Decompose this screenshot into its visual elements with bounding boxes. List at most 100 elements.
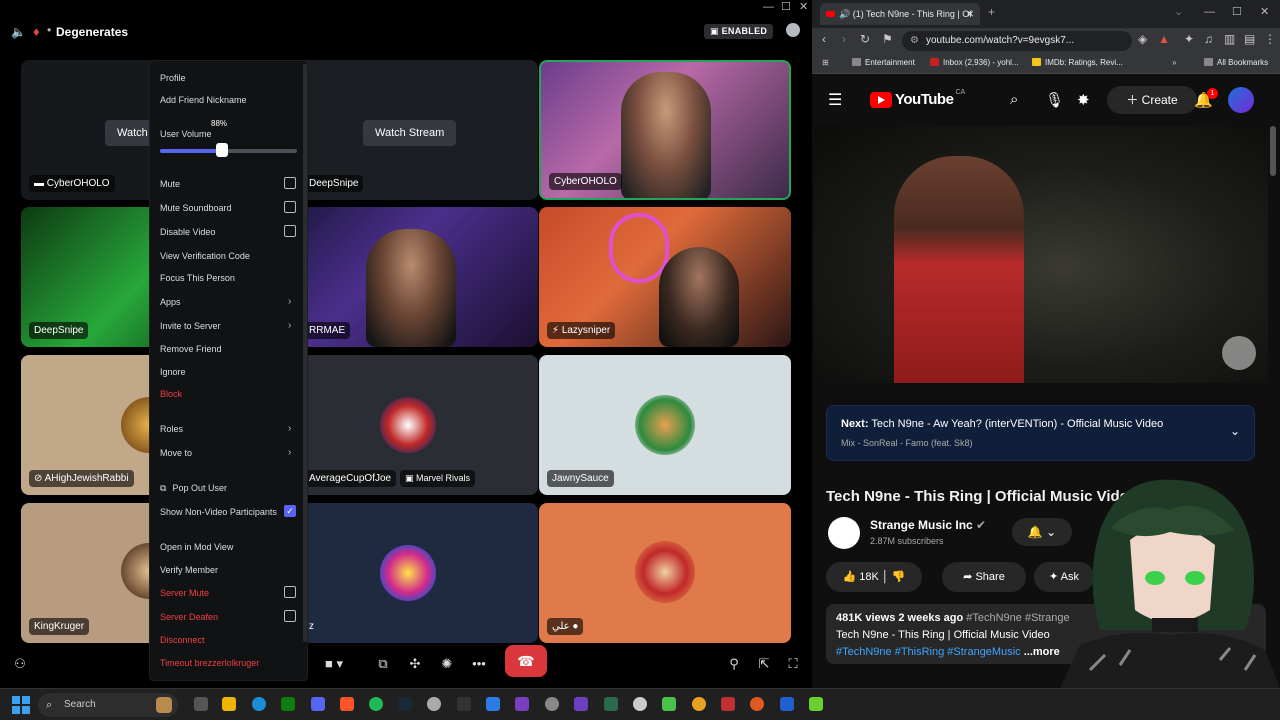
settings-icon[interactable]: [545, 697, 559, 711]
like-dislike-group[interactable]: 👍 18K │ 👎: [826, 562, 922, 592]
app-icon-2[interactable]: [515, 697, 529, 711]
speaker-icon[interactable]: 🔈: [11, 25, 26, 39]
bookmark-all[interactable]: All Bookmarks: [1204, 58, 1268, 67]
menu-apps[interactable]: Apps ›: [160, 296, 291, 307]
camera-button[interactable]: ■ ▾: [316, 652, 352, 676]
menu-profile[interactable]: Profile: [160, 73, 186, 83]
maximize-icon[interactable]: ☐: [1232, 6, 1242, 18]
menu-scrollbar[interactable]: [303, 64, 307, 642]
video-tile-9[interactable]: JawnySauce: [539, 355, 791, 495]
edge-icon[interactable]: [252, 697, 266, 711]
back-icon[interactable]: ‹: [822, 32, 826, 46]
server-mute-checkbox[interactable]: [284, 586, 296, 598]
up-next-card[interactable]: Next: Tech N9ne - Aw Yeah? (interVENTion…: [826, 405, 1255, 461]
close-icon[interactable]: ✕: [799, 1, 808, 13]
show-non-video-checkbox[interactable]: ✓: [284, 505, 296, 517]
screen-share-icon[interactable]: ⧉: [369, 652, 397, 676]
menu-icon[interactable]: ⋮: [1264, 32, 1276, 46]
disconnect-call-button[interactable]: ☎: [505, 645, 547, 677]
app-icon-9[interactable]: [809, 697, 823, 711]
menu-focus-this-person[interactable]: Focus This Person: [160, 273, 235, 283]
menu-add-friend-nickname[interactable]: Add Friend Nickname: [160, 95, 247, 105]
media-icon[interactable]: ♫: [1204, 32, 1213, 46]
search-icon[interactable]: ⌕: [1010, 91, 1018, 108]
app-icon-8[interactable]: [780, 697, 794, 711]
hamburger-menu-icon[interactable]: ☰: [828, 90, 842, 110]
sidebar-icon[interactable]: ▥: [1224, 32, 1235, 46]
discord-taskbar-icon[interactable]: [311, 697, 325, 711]
video-tile-2[interactable]: Watch Stream DeepSnipe: [286, 60, 538, 200]
menu-timeout[interactable]: Timeout brezzerlolkruger: [160, 658, 259, 668]
menu-block[interactable]: Block: [160, 389, 182, 399]
chrome-icon[interactable]: [692, 697, 706, 711]
menu-roles[interactable]: Roles ›: [160, 423, 291, 434]
tab-close-icon[interactable]: ✕: [966, 3, 974, 25]
menu-server-mute[interactable]: Server Mute: [160, 588, 209, 598]
menu-verify-member[interactable]: Verify Member: [160, 565, 218, 575]
video-tile-6[interactable]: ⚡ Lazysniper: [539, 207, 791, 347]
minimize-icon[interactable]: —: [1204, 6, 1215, 18]
bookmark-imdb[interactable]: IMDb: Ratings, Revi...: [1032, 58, 1123, 67]
apps-grid-icon[interactable]: ⊞: [822, 58, 829, 67]
volume-slider-handle[interactable]: [215, 143, 228, 157]
user-volume-slider[interactable]: [160, 149, 297, 153]
ai-icon[interactable]: ✸: [1077, 91, 1090, 109]
wallet-icon[interactable]: ▤: [1244, 32, 1255, 46]
description-hashtags[interactable]: #TechN9ne #ThisRing #StrangeMusic ...mor…: [836, 646, 1060, 658]
pin-icon[interactable]: ⚲: [720, 652, 748, 676]
task-view-icon[interactable]: [194, 697, 208, 711]
bookmark-inbox[interactable]: Inbox (2,936) - yohl...: [930, 58, 1019, 67]
enabled-badge[interactable]: ▣ ENABLED: [704, 24, 774, 39]
extensions-icon[interactable]: ✦: [1184, 32, 1194, 46]
video-tile-3[interactable]: CyberOHOLO: [539, 60, 791, 200]
menu-view-verification-code[interactable]: View Verification Code: [160, 251, 250, 261]
app-icon-6[interactable]: [721, 697, 735, 711]
more-link[interactable]: ...more: [1024, 646, 1060, 658]
video-tile-11[interactable]: z: [286, 503, 538, 643]
rewards-icon[interactable]: ▲: [1158, 32, 1170, 46]
notepad-icon[interactable]: [486, 697, 500, 711]
disable-video-checkbox[interactable]: [284, 225, 296, 237]
menu-mute[interactable]: Mute: [160, 179, 180, 189]
minimize-icon[interactable]: —: [763, 1, 774, 13]
maximize-icon[interactable]: ☐: [781, 1, 791, 13]
close-icon[interactable]: ✕: [1260, 6, 1269, 18]
tab-search-icon[interactable]: ⌄: [1174, 6, 1183, 18]
file-explorer-icon[interactable]: [222, 697, 236, 711]
bookmark-entertainment[interactable]: Entertainment: [852, 58, 915, 67]
steelseries-icon[interactable]: [633, 697, 647, 711]
channel-avatar[interactable]: [828, 517, 860, 549]
video-tile-8[interactable]: AverageCupOfJoe ▣ Marvel Rivals: [286, 355, 538, 495]
menu-invite-to-server[interactable]: Invite to Server ›: [160, 320, 291, 331]
bookmark-icon[interactable]: ⚑: [882, 32, 893, 46]
video-player[interactable]: [814, 126, 1268, 383]
brave-shield-icon[interactable]: ◈: [1138, 32, 1147, 46]
menu-disconnect[interactable]: Disconnect: [160, 635, 205, 645]
soundboard-icon[interactable]: ✺: [433, 652, 461, 676]
epic-games-icon[interactable]: [457, 697, 471, 711]
share-button[interactable]: ➦ Share: [942, 562, 1026, 592]
menu-ignore[interactable]: Ignore: [160, 367, 186, 377]
reload-icon[interactable]: ↻: [860, 32, 870, 46]
watch-stream-button[interactable]: Watch Stream: [363, 120, 457, 146]
brave-taskbar-icon[interactable]: [340, 697, 354, 711]
more-bookmarks-icon[interactable]: »: [1172, 58, 1176, 67]
activities-icon[interactable]: ✣: [401, 652, 429, 676]
mute-checkbox[interactable]: [284, 177, 296, 189]
video-tile-5[interactable]: RRMAE: [286, 207, 538, 347]
create-button[interactable]: ＋ Create: [1107, 86, 1197, 114]
spotify-icon[interactable]: [369, 697, 383, 711]
microphone-icon[interactable]: 🎙: [1045, 91, 1064, 109]
forward-icon[interactable]: ›: [842, 32, 846, 46]
windows-start-icon[interactable]: [12, 696, 30, 714]
menu-remove-friend[interactable]: Remove Friend: [160, 344, 222, 354]
more-icon[interactable]: •••: [465, 652, 493, 676]
chat-icon[interactable]: [786, 23, 800, 37]
browser-tab-youtube[interactable]: 🔊 (1) Tech N9ne - This Ring | Of ✕: [820, 3, 980, 25]
video-tile-12[interactable]: علي ●: [539, 503, 791, 643]
menu-mute-soundboard[interactable]: Mute Soundboard: [160, 203, 232, 213]
mute-soundboard-checkbox[interactable]: [284, 201, 296, 213]
chevron-down-icon[interactable]: ⌄: [1230, 424, 1240, 438]
fullscreen-icon[interactable]: ⛶: [779, 652, 807, 676]
app-icon-4[interactable]: [604, 697, 618, 711]
